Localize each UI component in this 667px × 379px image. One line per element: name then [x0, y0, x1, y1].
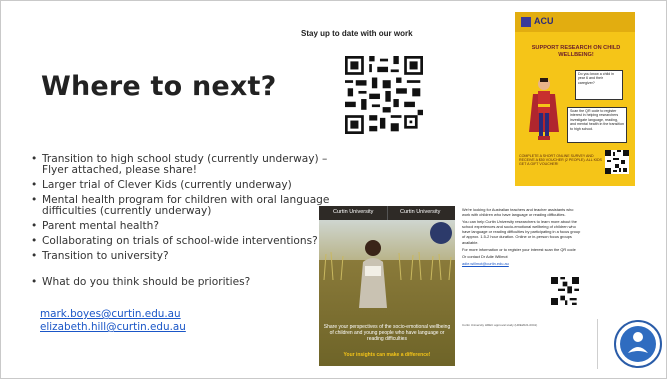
flyer-tagline: Your insights can make a difference!: [343, 352, 431, 358]
desc-contact-email[interactable]: adie.willmot@curtin.edu.au: [462, 261, 582, 266]
flyer-footer: COMPLETE A SHORT ONLINE SURVEY AND RECEI…: [519, 154, 602, 167]
desc-paragraph-1: We're looking for Australian teachers an…: [462, 207, 574, 218]
curtin-logo-text-2: Curtin University: [400, 209, 441, 215]
flyer-child-wellbeing[interactable]: ACU SUPPORT RESEARCH ON CHILD WELLBEING!…: [515, 12, 635, 186]
slide: Where to next? Stay up to date with our …: [0, 0, 667, 379]
desc-paragraph-3: For more information or to register your…: [462, 246, 576, 252]
email-link-elizabeth[interactable]: elizabeth.hill@curtin.edu.au: [40, 321, 186, 334]
bullet-item: Mental health program for children with …: [31, 195, 351, 217]
acu-logo-text: ACU: [534, 16, 554, 26]
contact-links: mark.boyes@curtin.edu.au elizabeth.hill@…: [40, 308, 186, 334]
bullet-item: Transition to high school study (current…: [31, 154, 351, 176]
bullet-item: Parent mental health?: [31, 221, 351, 233]
desc-paragraph-2: You can help Curtin University researche…: [462, 219, 581, 245]
desc-contact: Or contact Dr Adie Willmot: [462, 253, 508, 259]
bullet-item: Collaborating on trials of school-wide i…: [31, 236, 351, 248]
flyer-question-box: Do you know a child in year 6 and their …: [575, 70, 623, 100]
research-badge-icon: [430, 222, 452, 244]
email-link-mark[interactable]: mark.boyes@curtin.edu.au: [40, 308, 186, 321]
flyer-header-right: Curtin University: [387, 206, 455, 220]
flyer-info-box: Scan the QR code to register interest in…: [567, 107, 627, 143]
flyer-qr-code-icon[interactable]: [605, 150, 629, 174]
priorities-question: What do you think should be priorities?: [31, 277, 351, 289]
bullet-item: Transition to university?: [31, 251, 351, 263]
study-qr-code-icon[interactable]: [551, 277, 579, 305]
organization-logo-icon: [614, 320, 662, 368]
page-title: Where to next?: [41, 71, 277, 102]
logo-divider: [597, 319, 598, 369]
acu-logo-icon: [521, 17, 531, 27]
stay-updated-label: Stay up to date with our work: [301, 29, 413, 38]
qr-code-icon[interactable]: [345, 56, 423, 134]
flyer-description: Share your perspectives of the socio-emo…: [323, 324, 451, 342]
superhero-icon: [529, 78, 559, 140]
desc-approval: Curtin University HREC approval study (H…: [462, 323, 538, 327]
study-description: We're looking for Australian teachers an…: [462, 207, 582, 268]
flyer-title: SUPPORT RESEARCH ON CHILD WELLBEING!: [531, 45, 621, 58]
person-reading-icon: [359, 240, 387, 308]
bullet-item: Larger trial of Clever Kids (currently u…: [31, 180, 351, 192]
flyer-header: [515, 12, 635, 32]
bullet-list: Transition to high school study (current…: [31, 154, 351, 292]
